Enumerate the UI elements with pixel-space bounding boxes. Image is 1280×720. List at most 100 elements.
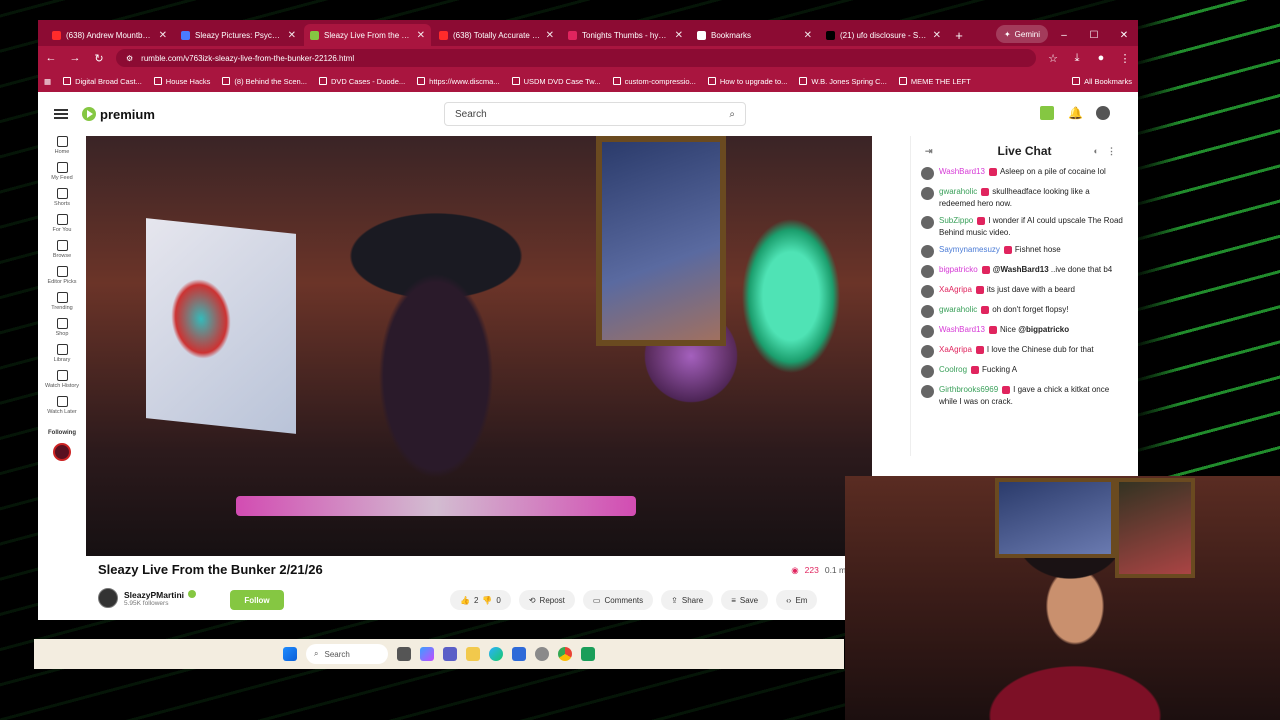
back-icon[interactable]: ← (44, 52, 58, 64)
edge-icon[interactable] (489, 647, 503, 661)
browser-tab[interactable]: (638) Totally Accurate Gu ✕ (433, 24, 560, 46)
share-button[interactable]: ⇪ Share (661, 590, 714, 610)
bookmark-item[interactable]: House Hacks (153, 77, 210, 86)
gemini-button[interactable]: ✦ Gemini (995, 25, 1048, 43)
chat-avatar[interactable] (921, 345, 934, 359)
new-tab-icon[interactable]: + (949, 24, 969, 46)
chat-avatar[interactable] (921, 385, 934, 399)
chat-avatar[interactable] (921, 265, 934, 279)
hamburger-icon[interactable] (54, 109, 68, 119)
leftnav-item[interactable]: Shop (40, 318, 84, 337)
chat-mention[interactable]: @WashBard13 (993, 265, 1049, 274)
windows-start-icon[interactable] (283, 647, 297, 661)
browser-tab[interactable]: (638) Andrew Mountbatte ✕ (46, 24, 173, 46)
menu-icon[interactable]: ⋮ (1118, 52, 1132, 65)
copilot-icon[interactable] (420, 647, 434, 661)
bookmark-item[interactable]: How to upgrade to... (707, 77, 787, 86)
chat-avatar[interactable] (921, 285, 934, 299)
bookmark-item[interactable]: MEME THE LEFT (898, 77, 971, 86)
follow-button[interactable]: Follow (230, 590, 284, 610)
close-tab-icon[interactable]: ✕ (288, 30, 296, 41)
chat-avatar[interactable] (921, 245, 934, 259)
chat-username[interactable]: XaAgripa (939, 285, 972, 294)
save-button[interactable]: ≡ Save (721, 590, 769, 610)
chat-avatar[interactable] (921, 325, 934, 339)
forward-icon[interactable]: → (68, 52, 82, 64)
store-icon[interactable] (512, 647, 526, 661)
settings-icon[interactable] (535, 647, 549, 661)
repost-button[interactable]: ⟲ Repost (518, 590, 575, 610)
leftnav-item[interactable]: Home (40, 136, 84, 155)
avatar[interactable] (1096, 106, 1110, 120)
reload-icon[interactable]: ↻ (92, 52, 106, 65)
chat-avatar[interactable] (921, 216, 934, 230)
download-icon[interactable]: ⤓ (1070, 52, 1084, 65)
bookmark-star-icon[interactable]: ☆ (1046, 52, 1060, 65)
close-window-icon[interactable]: ✕ (1110, 24, 1138, 46)
leftnav-item[interactable]: Watch Later (40, 396, 84, 415)
leftnav-item[interactable]: Watch History (40, 370, 84, 389)
leftnav-item[interactable]: Browse (40, 240, 84, 259)
leftnav-item[interactable]: Library (40, 344, 84, 363)
rumble-logo[interactable]: premium (82, 107, 155, 122)
browser-tab[interactable]: Sleazy Pictures: Psycho Py✕ (175, 24, 302, 46)
browser-tab[interactable]: Tonights Thumbs - hyperr ✕ (562, 24, 689, 46)
teams-icon[interactable] (443, 647, 457, 661)
chat-username[interactable]: WashBard13 (939, 325, 985, 334)
leftnav-item[interactable]: For You (40, 214, 84, 233)
close-tab-icon[interactable]: ✕ (933, 30, 941, 41)
app-icon[interactable] (581, 647, 595, 661)
leftnav-item[interactable]: Trending (40, 292, 84, 311)
bookmark-item[interactable]: (8) Behind the Scen... (222, 77, 307, 86)
chat-username[interactable]: WashBard13 (939, 167, 985, 176)
chat-options-icon[interactable]: ◐⋮ (1094, 146, 1124, 157)
close-tab-icon[interactable]: ✕ (159, 30, 167, 41)
browser-tab[interactable]: Bookmarks ✕ (691, 24, 818, 46)
chat-avatar[interactable] (921, 305, 934, 319)
chrome-icon[interactable] (558, 647, 572, 661)
browser-tab[interactable]: (21) ufo disclosure - Searc ✕ (820, 24, 947, 46)
go-live-icon[interactable] (1040, 106, 1054, 120)
chat-username[interactable]: Girthbrooks6969 (939, 385, 998, 394)
minimize-icon[interactable]: – (1050, 24, 1078, 46)
bookmark-item[interactable]: https://www.discma... (417, 77, 500, 86)
chat-username[interactable]: gwaraholic (939, 305, 977, 314)
chat-mention[interactable]: @bigpatricko (1018, 325, 1069, 334)
maximize-icon[interactable]: ☐ (1080, 24, 1108, 46)
chat-avatar[interactable] (921, 365, 934, 379)
following-avatar[interactable] (53, 443, 71, 461)
chat-avatar[interactable] (921, 187, 934, 200)
bookmark-item[interactable]: USDM DVD Case Tw... (511, 77, 601, 86)
channel-info[interactable]: SleazyPMartini 5.95K followers (98, 588, 196, 608)
search-input[interactable]: Search ⌕ (444, 102, 746, 126)
task-view-icon[interactable] (397, 647, 411, 661)
site-info-icon[interactable]: ⚙ (126, 54, 133, 63)
apps-icon[interactable]: ▦ (44, 77, 51, 86)
chat-username[interactable]: gwaraholic (939, 187, 977, 196)
browser-tab[interactable]: Sleazy Live From the Bunk ✕ (304, 24, 431, 46)
chat-username[interactable]: Saymynamesuzy (939, 245, 1000, 254)
chat-username[interactable]: SubZippo (939, 216, 973, 225)
comments-button[interactable]: ▭ Comments (582, 590, 654, 610)
profile-icon[interactable]: ● (1094, 52, 1108, 64)
all-bookmarks[interactable]: All Bookmarks (1072, 77, 1132, 86)
bookmark-item[interactable]: DVD Cases - Duode... (318, 77, 405, 86)
collapse-chat-icon[interactable]: ⇥ (925, 146, 933, 157)
like-dislike-button[interactable]: 👍 2 👎 0 (450, 590, 511, 610)
bookmark-item[interactable]: Digital Broad Cast... (63, 77, 142, 86)
bookmark-item[interactable]: custom-compressio... (612, 77, 696, 86)
close-tab-icon[interactable]: ✕ (675, 30, 683, 41)
video-player[interactable] (86, 136, 872, 556)
embed-button[interactable]: ‹› Em (776, 590, 818, 610)
leftnav-item[interactable]: My Feed (40, 162, 84, 181)
address-bar[interactable]: ⚙ rumble.com/v763izk-sleazy-live-from-th… (116, 49, 1036, 67)
bookmark-item[interactable]: W.B. Jones Spring C... (799, 77, 887, 86)
close-tab-icon[interactable]: ✕ (417, 30, 425, 41)
leftnav-item[interactable]: Shorts (40, 188, 84, 207)
file-explorer-icon[interactable] (466, 647, 480, 661)
notifications-icon[interactable]: 🔔 (1068, 106, 1083, 120)
channel-avatar[interactable] (98, 588, 118, 608)
close-tab-icon[interactable]: ✕ (804, 30, 812, 41)
chat-username[interactable]: Coolrog (939, 365, 967, 374)
chat-username[interactable]: XaAgripa (939, 345, 972, 354)
